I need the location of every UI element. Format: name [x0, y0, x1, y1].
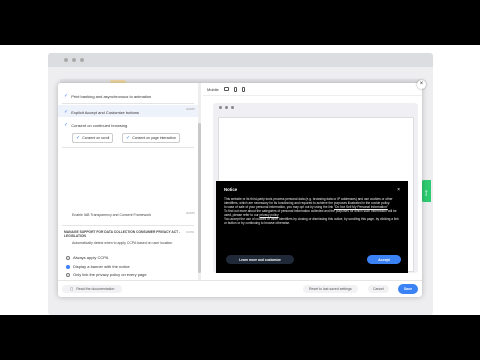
help-side-tab[interactable]: Help — [421, 180, 431, 202]
divider — [62, 147, 194, 148]
desktop-icon[interactable] — [223, 87, 229, 91]
scrollbar-thumb[interactable] — [198, 123, 201, 273]
notice-close-icon[interactable]: × — [397, 187, 400, 193]
radio-display-banner[interactable]: Display a banner with the notice — [66, 264, 130, 269]
book-icon: ▢ — [70, 287, 74, 291]
radio-icon — [66, 272, 70, 277]
tcf-label[interactable]: Enable IAB Transparency and Consent Fram… — [72, 213, 151, 218]
radio-icon — [66, 255, 70, 260]
preview-titlebar — [213, 103, 418, 111]
window-dot-icon — [231, 105, 234, 109]
checkmark-icon: ✓ — [64, 122, 69, 128]
ccpa-code: CCPA — [186, 230, 195, 234]
option-continued-browsing[interactable]: ✓ Consent on continued browsing — [64, 122, 127, 128]
radio-link-privacy-policy[interactable]: Only link the privacy policy on every pa… — [66, 272, 147, 277]
divider — [62, 103, 194, 104]
screen: Help × ✓ Print banking and asynchronous … — [0, 45, 480, 315]
preview-toolbar: Mobile — [203, 83, 422, 96]
ccpa-autodetect-label[interactable]: Automatically detect when to apply CCPA … — [72, 241, 180, 246]
modal-footer: ▢ Read the documentation Reset to last s… — [58, 280, 422, 297]
tcf-code: GDPR — [186, 211, 195, 215]
option-print-banking[interactable]: ✓ Print banking and asynchronous to anim… — [64, 93, 151, 99]
checkmark-icon: ✓ — [64, 109, 69, 115]
window-dot-icon — [225, 105, 228, 109]
mobile-icon[interactable] — [233, 86, 237, 92]
window-titlebar — [48, 53, 433, 67]
option-explicit-accept[interactable]: ✓ Explicit Accept and Customize buttons — [64, 109, 139, 115]
save-button[interactable]: Save — [398, 284, 418, 294]
radio-selected-icon — [66, 264, 70, 269]
checkmark-icon: ✓ — [126, 135, 131, 141]
notice-body: This website or its third-party tools pr… — [224, 197, 399, 225]
window-dot-icon — [72, 58, 76, 62]
divider — [62, 225, 194, 226]
documentation-button[interactable]: ▢ Read the documentation — [62, 285, 123, 293]
settings-scrollbar[interactable] — [198, 83, 201, 280]
cancel-button[interactable]: Cancel — [368, 285, 389, 293]
window-dot-icon — [219, 105, 222, 109]
settings-panel: ✓ Print banking and asynchronous to anim… — [58, 83, 200, 280]
gdpr-tag: GDPR — [186, 107, 195, 111]
device-label: Mobile — [207, 86, 219, 92]
tablet-icon[interactable] — [241, 86, 245, 92]
radio-always-apply-ccpa[interactable]: Always apply CCPA — [66, 255, 108, 260]
window-dot-icon — [64, 58, 68, 62]
checkmark-icon: ✓ — [64, 93, 69, 99]
notice-title: Notice — [224, 187, 238, 192]
window-dot-icon — [80, 58, 84, 62]
ccpa-section-title: MANAGE SUPPORT FOR DATA COLLECTION CONSU… — [64, 230, 181, 239]
suboption-page-interaction[interactable]: ✓ Consent on page interaction — [122, 133, 180, 143]
reset-button[interactable]: Reset to last saved settings — [303, 285, 358, 293]
checkmark-icon: ✓ — [76, 135, 81, 141]
learn-more-button[interactable]: Learn more and customize — [226, 255, 294, 264]
suboption-scroll[interactable]: ✓ Consent on scroll — [72, 133, 114, 143]
accept-button[interactable]: Accept — [367, 255, 401, 264]
